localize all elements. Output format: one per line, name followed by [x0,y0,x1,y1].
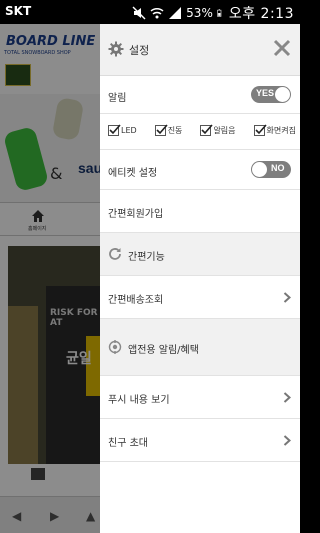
wifi-icon [150,7,164,19]
target-icon [108,340,122,354]
vibrate-label: 진동 [167,126,183,135]
sound-label: 알림음 [213,126,236,135]
quick-signup-label: 간편회원가입 [108,209,164,220]
status-bar: SKT 53% 오후 2:13 [0,0,300,24]
close-icon[interactable] [272,38,292,58]
quick-features-header: 간편기능 [100,233,300,276]
gear-icon [108,41,124,57]
checkbox-icon [154,124,168,136]
invite-friend-row[interactable]: 친구 초대 [100,419,300,462]
mute-icon [132,6,146,20]
chevron-right-icon [283,435,291,446]
quick-signup-row[interactable]: 간편회원가입 [100,190,300,233]
screen-on-checkbox[interactable]: 화면켜짐 [253,124,296,136]
checkbox-icon [253,124,267,136]
led-label: LED [121,126,137,135]
settings-drawer: 설정 알림 YES LED 진동 알림음 화면켜짐 에티켓 설정 NO 간편회원… [100,24,300,533]
status-icons: 53% 오후 2:13 [132,3,294,23]
notification-toggle[interactable]: YES [251,86,291,103]
battery-icon [217,9,222,17]
drawer-header: 설정 [100,24,300,76]
carrier-label: SKT [5,4,32,18]
vibrate-checkbox[interactable]: 진동 [154,124,183,136]
app-benefits-label: 앱전용 알림/혜택 [128,345,199,356]
checkbox-icon [200,124,214,136]
push-history-row[interactable]: 푸시 내용 보기 [100,376,300,419]
etiquette-toggle[interactable]: NO [251,161,291,178]
chevron-right-icon [283,292,291,303]
notification-toggle-text: YES [256,88,275,98]
dim-overlay[interactable] [0,24,100,533]
signal-icon [169,7,182,19]
push-history-label: 푸시 내용 보기 [108,395,170,406]
led-checkbox[interactable]: LED [108,124,137,136]
screen-on-label: 화면켜짐 [266,126,296,135]
delivery-tracking-label: 간편배송조회 [108,295,164,306]
etiquette-toggle-text: NO [271,163,285,173]
delivery-tracking-row[interactable]: 간편배송조회 [100,276,300,319]
refresh-icon [109,248,121,260]
etiquette-label: 에티켓 설정 [108,168,158,179]
invite-friend-label: 친구 초대 [108,438,148,449]
app-benefits-header: 앱전용 알림/혜택 [100,319,300,376]
etiquette-row: 에티켓 설정 NO [100,150,300,190]
checkbox-icon [108,124,121,136]
chevron-right-icon [283,392,291,403]
notification-label: 알림 [108,93,127,104]
drawer-title: 설정 [129,44,150,57]
clock: 오후 2:13 [228,6,294,22]
notification-options-row: LED 진동 알림음 화면켜짐 [100,114,300,150]
sound-checkbox[interactable]: 알림음 [200,124,236,136]
quick-features-label: 간편기능 [128,252,165,263]
notification-row: 알림 YES [100,76,300,114]
battery-percent: 53% [186,6,213,20]
